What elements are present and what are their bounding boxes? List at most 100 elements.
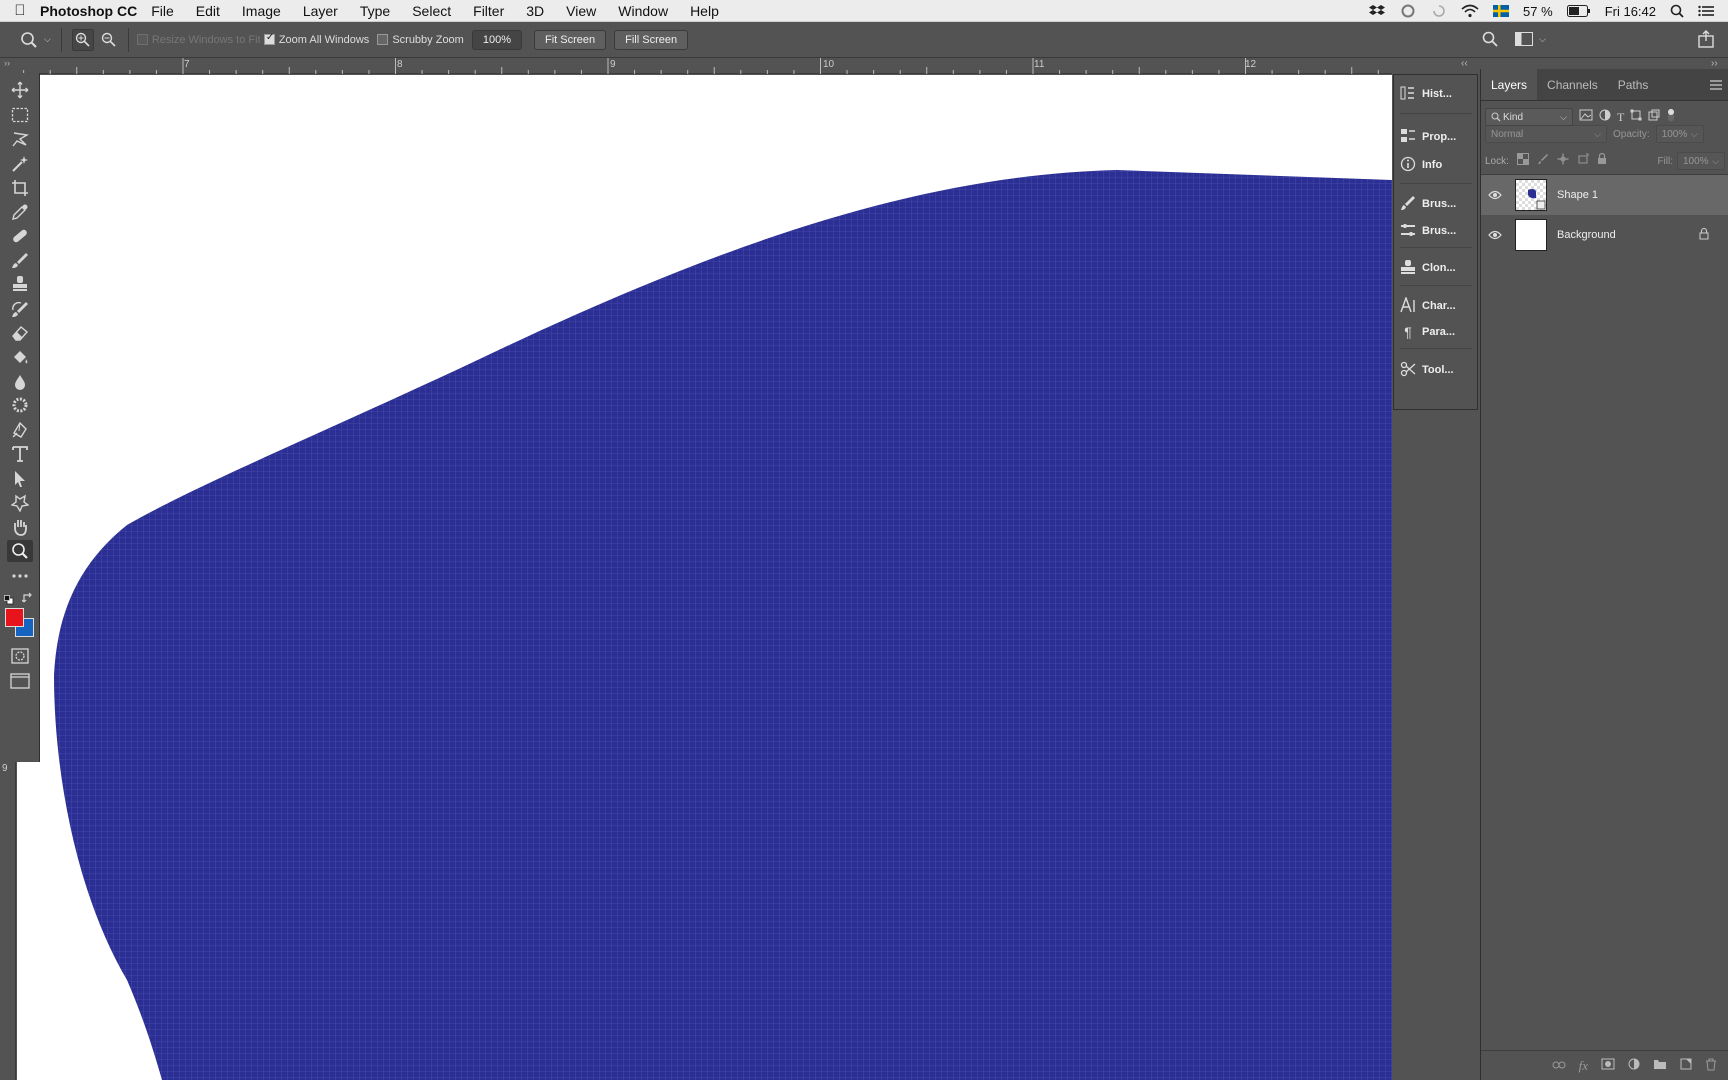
dodge-tool-icon[interactable] — [7, 395, 33, 417]
tool-presets-panel-button[interactable]: Tool... — [1394, 357, 1479, 383]
opacity-field[interactable]: 100% ⌵ — [1655, 125, 1704, 143]
ruler-horizontal[interactable]: 7 8 9 10 11 12 — [16, 58, 1392, 74]
layer-name[interactable]: Shape 1 — [1557, 189, 1598, 201]
fill-field[interactable]: 100% ⌵ — [1677, 152, 1725, 170]
lasso-tool-icon[interactable] — [7, 128, 33, 150]
visibility-eye-icon[interactable] — [1483, 188, 1507, 203]
lock-transparent-pixels-icon[interactable] — [1516, 152, 1529, 170]
blur-tool-icon[interactable] — [7, 371, 33, 393]
history-panel-button[interactable]: Hist... — [1394, 81, 1479, 107]
crop-tool-icon[interactable] — [7, 177, 33, 199]
panel-collapse-arrows[interactable]: ›› — [1711, 58, 1727, 69]
delete-layer-icon[interactable] — [1705, 1058, 1717, 1074]
new-adjustment-layer-icon[interactable] — [1628, 1058, 1640, 1073]
menu-window[interactable]: Window — [618, 3, 668, 19]
hand-tool-icon[interactable] — [7, 516, 33, 538]
clone-stamp-tool-icon[interactable] — [7, 273, 33, 295]
menu-image[interactable]: Image — [242, 3, 281, 19]
info-panel-button[interactable]: Info — [1394, 152, 1479, 178]
paragraph-panel-button[interactable]: ¶ Para... — [1394, 319, 1479, 345]
menu-select[interactable]: Select — [412, 3, 451, 19]
magic-wand-tool-icon[interactable] — [7, 153, 33, 175]
filter-type-icon[interactable]: T — [1617, 110, 1624, 125]
zoom-out-icon[interactable] — [98, 29, 120, 51]
properties-panel-button[interactable]: Prop... — [1394, 124, 1479, 150]
clock[interactable]: Fri 16:42 — [1605, 4, 1656, 19]
menu-help[interactable]: Help — [690, 3, 719, 19]
lock-image-pixels-icon[interactable] — [1537, 152, 1549, 170]
notification-center-icon[interactable] — [1698, 5, 1714, 17]
character-panel-button[interactable]: Char... — [1394, 293, 1479, 319]
brush-tool-icon[interactable] — [7, 249, 33, 271]
visibility-eye-icon[interactable] — [1483, 228, 1507, 243]
scrubby-zoom-checkbox[interactable]: Scrubby Zoom — [377, 34, 464, 46]
wifi-icon[interactable] — [1461, 4, 1479, 18]
fit-screen-button[interactable]: Fit Screen — [533, 29, 607, 50]
menu-edit[interactable]: Edit — [196, 3, 220, 19]
app-name-menu[interactable]: Photoshop CC — [40, 3, 137, 19]
dock-collapse-arrows[interactable]: ‹‹ — [1461, 58, 1477, 70]
foreground-color-swatch[interactable] — [5, 608, 24, 627]
spotlight-search-icon[interactable] — [1670, 4, 1684, 18]
document-canvas[interactable] — [17, 75, 1392, 1080]
more-tools-icon[interactable] — [7, 565, 33, 587]
add-mask-icon[interactable] — [1601, 1058, 1615, 1073]
lock-artboard-icon[interactable] — [1577, 152, 1589, 170]
eyedropper-tool-icon[interactable] — [7, 201, 33, 223]
history-brush-tool-icon[interactable] — [7, 298, 33, 320]
link-layers-icon[interactable] — [1552, 1058, 1566, 1073]
lock-all-icon[interactable] — [1597, 152, 1607, 170]
tab-paths[interactable]: Paths — [1608, 69, 1659, 100]
battery-icon[interactable] — [1566, 5, 1591, 17]
layer-row-background[interactable]: Background — [1481, 215, 1728, 255]
apple-icon[interactable]:  — [0, 2, 40, 19]
zoom-in-icon[interactable] — [71, 28, 94, 51]
tab-layers[interactable]: Layers — [1481, 69, 1538, 100]
brush-settings-panel-button[interactable]: Brus... — [1394, 191, 1479, 217]
eraser-tool-icon[interactable] — [7, 322, 33, 344]
zoom-tool-icon[interactable] — [7, 540, 33, 562]
sync-icon[interactable] — [1431, 4, 1447, 18]
layer-name[interactable]: Background — [1557, 229, 1616, 241]
path-selection-tool-icon[interactable] — [7, 468, 33, 490]
tools-panel-grip[interactable]: ›› — [0, 58, 40, 70]
clone-source-panel-button[interactable]: Clon... — [1394, 255, 1479, 281]
zoom-percent-field[interactable]: 100% — [471, 29, 522, 50]
healing-brush-tool-icon[interactable] — [7, 225, 33, 247]
zoom-tool-preset-icon[interactable]: ⌵ — [20, 31, 51, 49]
brushes-panel-button[interactable]: Brus... — [1394, 218, 1479, 244]
swap-colors-icon[interactable] — [21, 591, 34, 603]
default-colors-icon[interactable] — [4, 592, 14, 605]
menu-layer[interactable]: Layer — [303, 3, 338, 19]
menu-3d[interactable]: 3D — [526, 3, 544, 19]
new-group-icon[interactable] — [1653, 1058, 1667, 1073]
custom-shape-tool-icon[interactable] — [7, 492, 33, 514]
resize-windows-checkbox[interactable]: Resize Windows to Fit — [136, 34, 260, 46]
lock-position-icon[interactable] — [1557, 152, 1569, 170]
quick-mask-icon[interactable] — [7, 645, 33, 667]
blend-mode-select[interactable]: Normal ⌵ — [1485, 125, 1607, 143]
search-icon[interactable] — [1482, 31, 1498, 50]
type-tool-icon[interactable] — [7, 443, 33, 465]
menu-type[interactable]: Type — [360, 3, 390, 19]
workspace-switcher-icon[interactable]: ⌵ — [1515, 32, 1546, 46]
paint-bucket-tool-icon[interactable] — [7, 346, 33, 368]
layer-row-shape-1[interactable]: Shape 1 — [1481, 175, 1728, 215]
creative-cloud-icon[interactable] — [1399, 4, 1417, 18]
zoom-all-windows-checkbox[interactable]: Zoom All Windows — [263, 32, 369, 46]
tab-channels[interactable]: Channels — [1537, 69, 1608, 100]
move-tool-icon[interactable] — [7, 79, 33, 101]
share-icon[interactable] — [1698, 30, 1714, 51]
panel-menu-icon[interactable] — [1704, 69, 1728, 100]
fill-screen-button[interactable]: Fill Screen — [614, 29, 689, 50]
flag-sweden-icon[interactable] — [1493, 5, 1510, 17]
layer-effects-fx-icon[interactable]: fx — [1579, 1058, 1588, 1074]
dropbox-icon[interactable] — [1369, 4, 1386, 18]
menu-view[interactable]: View — [566, 3, 596, 19]
menu-filter[interactable]: Filter — [473, 3, 504, 19]
pen-tool-icon[interactable] — [7, 419, 33, 441]
menu-file[interactable]: File — [151, 3, 174, 19]
new-layer-icon[interactable] — [1680, 1058, 1692, 1073]
marquee-tool-icon[interactable] — [7, 104, 33, 126]
lock-icon[interactable] — [1699, 227, 1709, 243]
